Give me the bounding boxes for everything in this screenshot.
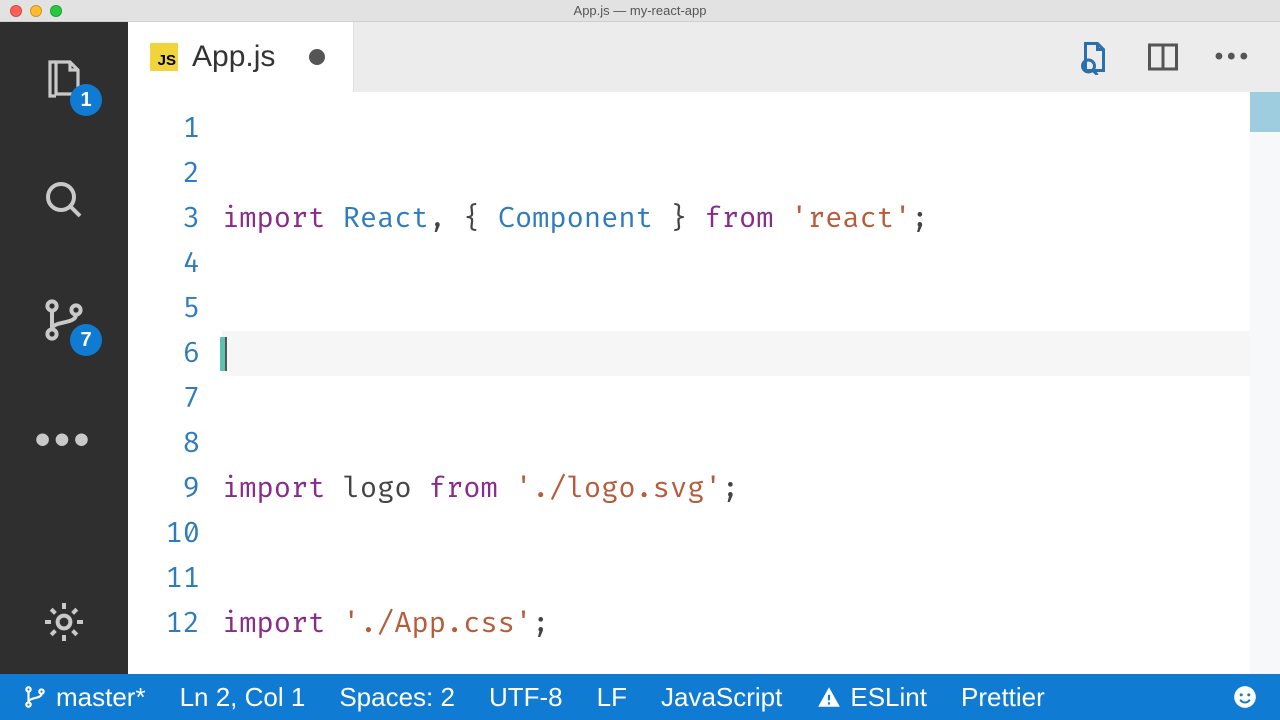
window-controls bbox=[0, 5, 62, 17]
scm-badge: 7 bbox=[70, 324, 102, 356]
status-eol[interactable]: LF bbox=[597, 682, 627, 713]
minimap-viewport[interactable] bbox=[1250, 92, 1280, 132]
main-area: 1 7 ••• JS Ap bbox=[0, 22, 1280, 674]
line-number: 12 bbox=[128, 601, 200, 646]
activity-bar: 1 7 ••• bbox=[0, 22, 128, 674]
search-icon bbox=[40, 176, 88, 224]
split-editor-icon[interactable] bbox=[1145, 39, 1181, 75]
line-number: 2 bbox=[128, 151, 200, 196]
line-number: 6 bbox=[128, 331, 200, 376]
editor-more-icon[interactable]: ••• bbox=[1215, 43, 1252, 71]
status-feedback[interactable] bbox=[1232, 684, 1258, 710]
open-changes-icon[interactable] bbox=[1075, 39, 1111, 75]
gear-icon bbox=[40, 598, 88, 646]
maximize-window-icon[interactable] bbox=[50, 5, 62, 17]
line-number: 10 bbox=[128, 511, 200, 556]
line-gutter: 1 2 3 4 5 6 7 8 9 10 11 12 bbox=[128, 92, 222, 674]
cursor-icon bbox=[220, 337, 227, 371]
status-branch-label: master* bbox=[56, 682, 146, 713]
close-window-icon[interactable] bbox=[10, 5, 22, 17]
tab-bar: JS App.js ••• bbox=[128, 22, 1280, 92]
status-bar: master* Ln 2, Col 1 Spaces: 2 UTF-8 LF J… bbox=[0, 674, 1280, 720]
window-title: App.js — my-react-app bbox=[0, 3, 1280, 18]
ellipsis-icon: ••• bbox=[35, 430, 93, 450]
activity-explorer[interactable]: 1 bbox=[34, 50, 94, 110]
status-cursor[interactable]: Ln 2, Col 1 bbox=[180, 682, 306, 713]
code-line-active bbox=[222, 331, 1250, 376]
status-eslint[interactable]: ESLint bbox=[816, 682, 927, 713]
line-number: 3 bbox=[128, 196, 200, 241]
status-encoding[interactable]: UTF-8 bbox=[489, 682, 563, 713]
git-branch-icon bbox=[22, 684, 48, 710]
minimize-window-icon[interactable] bbox=[30, 5, 42, 17]
status-eslint-label: ESLint bbox=[850, 682, 927, 713]
status-indent[interactable]: Spaces: 2 bbox=[339, 682, 455, 713]
code-lines[interactable]: import React, { Component } from 'react'… bbox=[222, 92, 1250, 674]
activity-settings[interactable] bbox=[34, 592, 94, 652]
js-file-icon: JS bbox=[150, 43, 178, 71]
smiley-icon bbox=[1232, 684, 1258, 710]
line-number: 5 bbox=[128, 286, 200, 331]
explorer-badge: 1 bbox=[70, 84, 102, 116]
status-language[interactable]: JavaScript bbox=[661, 682, 782, 713]
line-number: 8 bbox=[128, 421, 200, 466]
tab-label: App.js bbox=[192, 40, 275, 74]
line-number: 11 bbox=[128, 556, 200, 601]
line-number: 7 bbox=[128, 376, 200, 421]
tab-app-js[interactable]: JS App.js bbox=[128, 22, 354, 92]
code-line: import logo from './logo.svg'; bbox=[222, 466, 1250, 511]
code-line: import './App.css'; bbox=[222, 601, 1250, 646]
line-number: 4 bbox=[128, 241, 200, 286]
editor-group: JS App.js ••• 1 2 3 4 5 6 7 8 9 10 bbox=[128, 22, 1280, 674]
minimap[interactable] bbox=[1250, 92, 1280, 674]
code-editor[interactable]: 1 2 3 4 5 6 7 8 9 10 11 12 import React,… bbox=[128, 92, 1280, 674]
activity-source-control[interactable]: 7 bbox=[34, 290, 94, 350]
line-number: 9 bbox=[128, 466, 200, 511]
status-prettier[interactable]: Prettier bbox=[961, 682, 1045, 713]
status-branch[interactable]: master* bbox=[22, 682, 146, 713]
editor-actions: ••• bbox=[1075, 22, 1280, 92]
warning-icon bbox=[816, 684, 842, 710]
activity-more[interactable]: ••• bbox=[34, 410, 94, 470]
line-number: 1 bbox=[128, 106, 200, 151]
code-line: import React, { Component } from 'react'… bbox=[222, 196, 1250, 241]
activity-search[interactable] bbox=[34, 170, 94, 230]
dirty-indicator-icon bbox=[309, 49, 325, 65]
titlebar: App.js — my-react-app bbox=[0, 0, 1280, 22]
